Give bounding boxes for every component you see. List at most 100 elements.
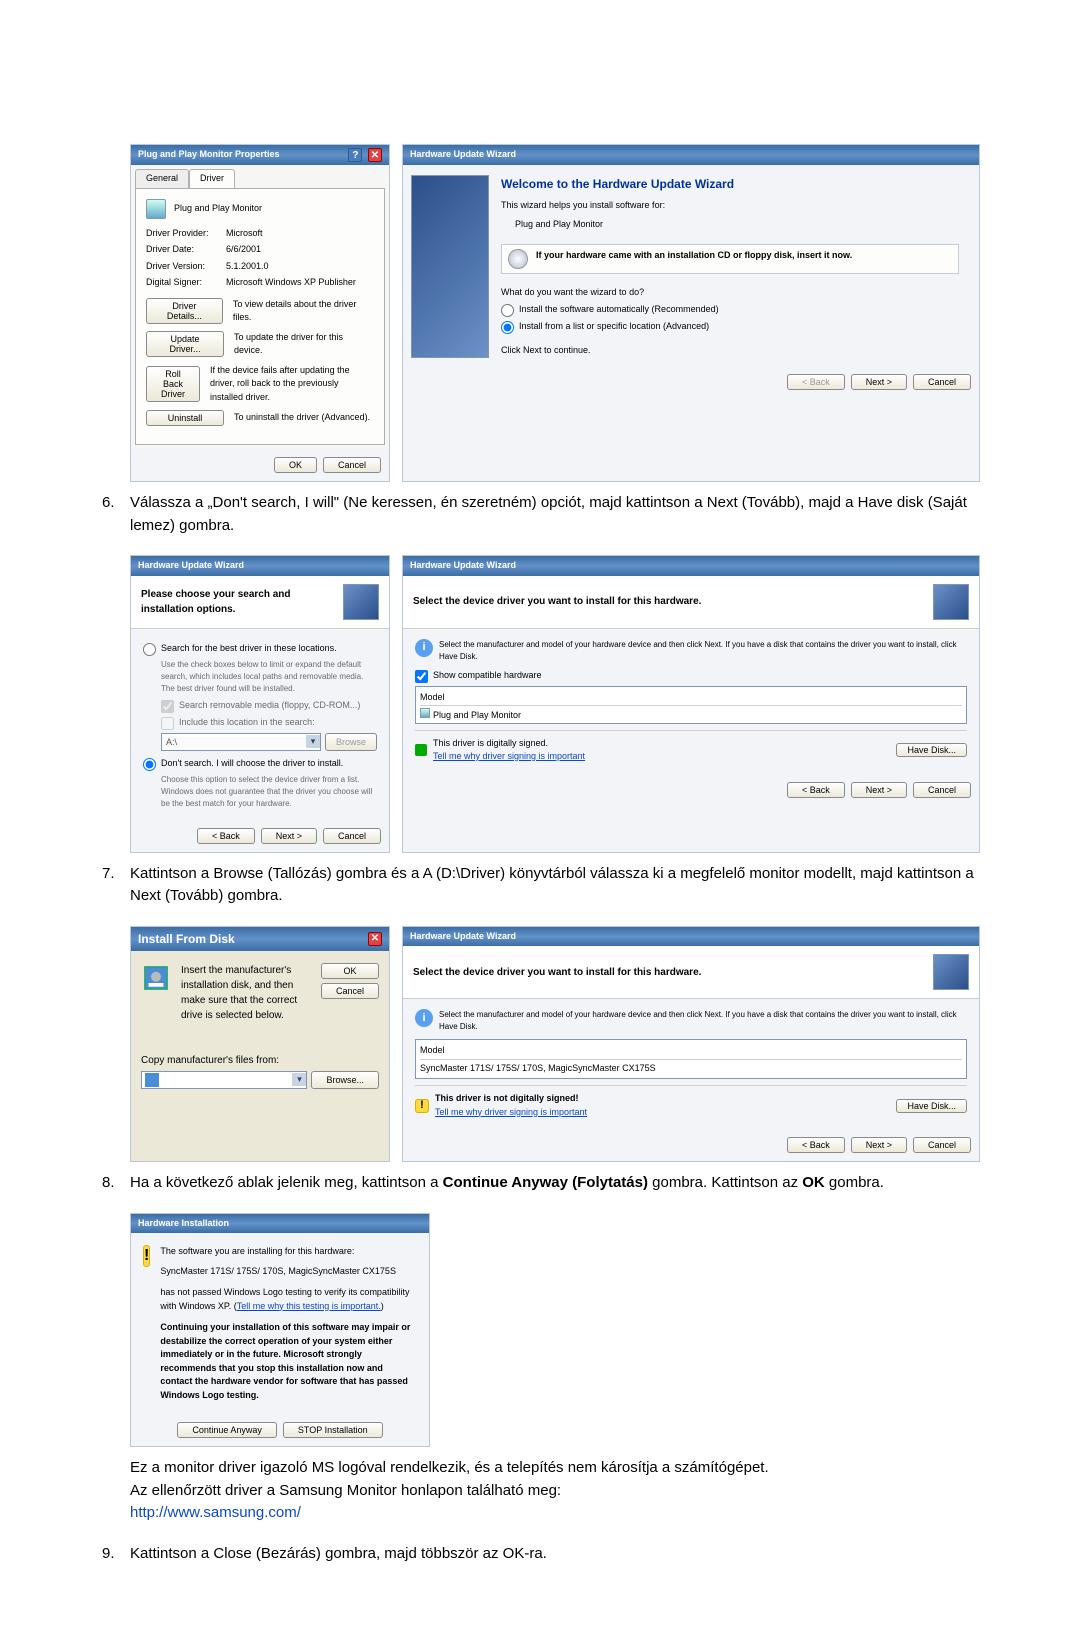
- hardware-installation-dialog: Hardware Installation ! The software you…: [130, 1213, 430, 1448]
- radio-auto[interactable]: [501, 304, 514, 317]
- wizard-instr: Select the manufacturer and model of you…: [439, 1009, 967, 1033]
- model-header: Model: [420, 1044, 962, 1060]
- label-version: Driver Version:: [146, 260, 216, 274]
- disk-icon: [141, 963, 171, 993]
- step-6-text: Válassza a „Don't search, I will" (Ne ke…: [130, 494, 967, 534]
- chevron-down-icon[interactable]: ▾: [292, 1073, 306, 1087]
- cancel-button[interactable]: Cancel: [323, 828, 381, 844]
- wizard-icon: [933, 584, 969, 620]
- step-number-9: 9.: [102, 1543, 115, 1566]
- cancel-button[interactable]: Cancel: [321, 983, 379, 999]
- back-button[interactable]: < Back: [787, 374, 845, 390]
- have-disk-button[interactable]: Have Disk...: [896, 743, 967, 757]
- why-signing-link[interactable]: Tell me why driver signing is important: [435, 1107, 587, 1117]
- driver-details-button[interactable]: Driver Details...: [146, 298, 223, 324]
- radio-search-desc: Use the check boxes below to limit or ex…: [161, 659, 377, 695]
- back-button[interactable]: < Back: [787, 782, 845, 798]
- close-icon[interactable]: ✕: [368, 148, 382, 162]
- cancel-button[interactable]: Cancel: [913, 374, 971, 390]
- uninstall-desc: To uninstall the driver (Advanced).: [234, 411, 370, 425]
- wizard-question: What do you want the wizard to do?: [501, 286, 959, 300]
- step-8-part3: gombra.: [825, 1174, 884, 1191]
- next-button[interactable]: Next >: [851, 782, 907, 798]
- wizard-device: Plug and Play Monitor: [515, 218, 959, 232]
- warning-icon: !: [143, 1245, 150, 1267]
- model-item[interactable]: SyncMaster 171S/ 175S/ 170S, MagicSyncMa…: [420, 1062, 962, 1076]
- browse-button[interactable]: Browse...: [311, 1071, 379, 1089]
- warning-icon: !: [415, 1099, 429, 1113]
- radio-dont-search-desc: Choose this option to select the device …: [161, 774, 377, 810]
- dialog-title: Hardware Update Wizard: [410, 930, 516, 944]
- model-list[interactable]: Model SyncMaster 171S/ 175S/ 170S, Magic…: [415, 1039, 967, 1079]
- step-number-7: 7.: [102, 863, 115, 886]
- step-8-part2: gombra. Kattintson az: [648, 1174, 802, 1191]
- driver-details-desc: To view details about the driver files.: [233, 298, 374, 325]
- signature-text: This driver is not digitally signed!: [435, 1092, 890, 1106]
- next-button[interactable]: Next >: [261, 828, 317, 844]
- step-8-part1: Ha a következő ablak jelenik meg, kattin…: [130, 1174, 443, 1191]
- samsung-link[interactable]: http://www.samsung.com/: [130, 1504, 301, 1521]
- step-number-8: 8.: [102, 1172, 115, 1195]
- info-icon: i: [415, 639, 433, 657]
- radio-auto-label: Install the software automatically (Reco…: [519, 303, 719, 317]
- wizard-head: Select the device driver you want to ins…: [413, 594, 923, 609]
- value-version: 5.1.2001.0: [226, 260, 269, 274]
- rollback-button[interactable]: Roll Back Driver: [146, 366, 200, 402]
- signature-text: This driver is digitally signed.: [433, 737, 890, 751]
- check-compatible[interactable]: [415, 670, 428, 683]
- update-driver-button[interactable]: Update Driver...: [146, 331, 224, 357]
- wizard-select-driver-1: Hardware Update Wizard Select the device…: [402, 555, 980, 853]
- label-signer: Digital Signer:: [146, 276, 216, 290]
- stop-installation-button[interactable]: STOP Installation: [283, 1422, 383, 1438]
- cancel-button[interactable]: Cancel: [323, 457, 381, 473]
- value-provider: Microsoft: [226, 227, 263, 241]
- path-input[interactable]: [162, 1075, 292, 1085]
- radio-list[interactable]: [501, 321, 514, 334]
- wizard-side-image: [411, 175, 489, 358]
- back-button[interactable]: < Back: [787, 1137, 845, 1153]
- back-button[interactable]: < Back: [197, 828, 255, 844]
- ok-button[interactable]: OK: [321, 963, 379, 979]
- radio-dont-search[interactable]: [143, 758, 156, 771]
- check-removable-label: Search removable media (floppy, CD-ROM..…: [179, 699, 360, 713]
- wizard-icon: [343, 584, 379, 620]
- dialog-title: Install From Disk: [138, 930, 235, 948]
- install-instr: Insert the manufacturer's installation d…: [181, 963, 311, 1023]
- hw-line2: SyncMaster 171S/ 175S/ 170S, MagicSyncMa…: [160, 1265, 417, 1279]
- testing-link[interactable]: Tell me why this testing is important.: [237, 1301, 381, 1311]
- next-button[interactable]: Next >: [851, 1137, 907, 1153]
- wizard-select-driver-2: Hardware Update Wizard Select the device…: [402, 926, 980, 1163]
- check-removable: [161, 700, 174, 713]
- cd-text: If your hardware came with an installati…: [536, 249, 852, 263]
- have-disk-button[interactable]: Have Disk...: [896, 1099, 967, 1113]
- model-list[interactable]: Model Plug and Play Monitor: [415, 686, 967, 724]
- browse-button: Browse: [325, 733, 377, 751]
- value-date: 6/6/2001: [226, 243, 261, 257]
- wizard-icon: [933, 954, 969, 990]
- shield-icon: [415, 744, 427, 756]
- floppy-icon: [145, 1073, 159, 1087]
- continue-anyway-button[interactable]: Continue Anyway: [177, 1422, 277, 1438]
- close-icon[interactable]: ✕: [368, 932, 382, 946]
- tab-driver[interactable]: Driver: [189, 169, 235, 188]
- ok-button[interactable]: OK: [274, 457, 317, 473]
- chevron-down-icon: ▾: [306, 735, 320, 749]
- update-driver-desc: To update the driver for this device.: [234, 331, 374, 358]
- next-button[interactable]: Next >: [851, 374, 907, 390]
- wizard-instr: Select the manufacturer and model of you…: [439, 639, 967, 663]
- value-signer: Microsoft Windows XP Publisher: [226, 276, 356, 290]
- cancel-button[interactable]: Cancel: [913, 1137, 971, 1153]
- radio-search[interactable]: [143, 643, 156, 656]
- uninstall-button[interactable]: Uninstall: [146, 410, 224, 426]
- model-header: Model: [420, 691, 962, 707]
- step-8-after2: Az ellenőrzött driver a Samsung Monitor …: [130, 1482, 561, 1499]
- tab-general[interactable]: General: [135, 169, 189, 188]
- dialog-title: Hardware Update Wizard: [410, 148, 516, 162]
- check-compatible-label: Show compatible hardware: [433, 669, 542, 683]
- why-signing-link[interactable]: Tell me why driver signing is important: [433, 751, 585, 761]
- info-icon: i: [415, 1009, 433, 1027]
- dialog-title: Hardware Update Wizard: [138, 559, 244, 573]
- help-icon[interactable]: ?: [348, 148, 362, 162]
- cancel-button[interactable]: Cancel: [913, 782, 971, 798]
- model-item[interactable]: Plug and Play Monitor: [433, 710, 521, 720]
